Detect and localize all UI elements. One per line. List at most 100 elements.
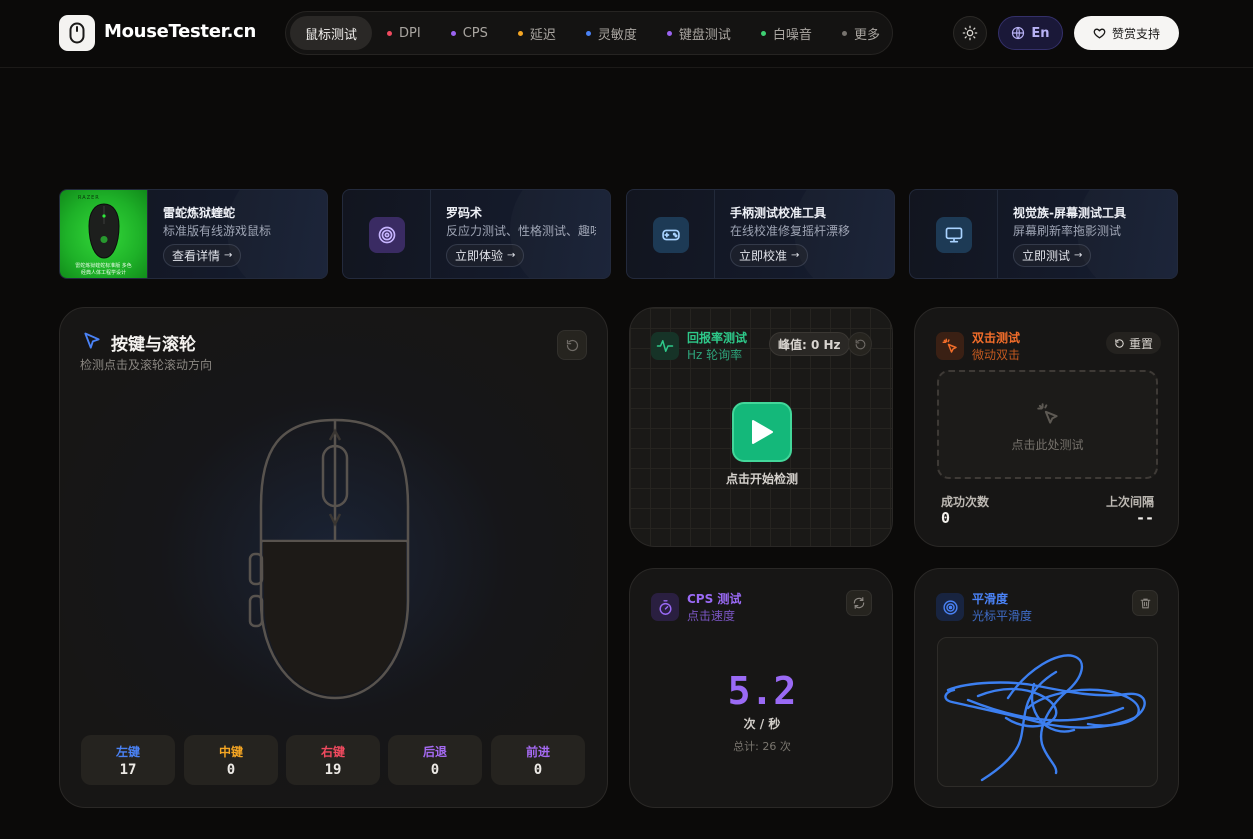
logo-mouse-icon[interactable] xyxy=(59,15,95,51)
card-subtitle: 光标平滑度 xyxy=(972,609,1033,623)
last-interval-value: -- xyxy=(1135,509,1154,527)
nav-item-sensitivity[interactable]: 灵敏度 xyxy=(571,16,652,50)
stat-label: 右键 xyxy=(320,745,345,759)
nav-item-keyboard-test[interactable]: 键盘测试 xyxy=(652,16,746,50)
nav-label: 键盘测试 xyxy=(678,27,731,43)
language-button[interactable]: En xyxy=(998,16,1063,50)
main-nav: 鼠标测试 DPI CPS 延迟 灵敏度 键盘测试 白噪音 更多 xyxy=(285,11,893,55)
promo-desc: 在线校准修复摇杆漂移 xyxy=(730,224,851,237)
nav-item-white-noise[interactable]: 白噪音 xyxy=(746,16,827,50)
promo-desc: 标准版有线游戏鼠标 xyxy=(163,224,272,237)
nav-item-mouse-test[interactable]: 鼠标测试 xyxy=(290,16,373,50)
last-interval-label: 上次间隔 xyxy=(1105,495,1154,509)
stat-forward-button: 前进 0 xyxy=(491,735,585,785)
logo-text[interactable]: MouseTester.cn xyxy=(104,21,256,42)
reset-button[interactable] xyxy=(846,590,872,616)
play-icon xyxy=(752,420,773,444)
cps-total: 总计: 26 次 xyxy=(733,740,791,753)
promo-button[interactable]: 查看详情 → xyxy=(163,244,242,267)
nav-label: CPS xyxy=(462,25,488,41)
promo-desc: 反应力测试、性格测试、趣味测试 xyxy=(446,224,596,237)
promo-title: 雷蛇炼狱蝰蛇 xyxy=(163,206,236,220)
stopwatch-icon xyxy=(651,593,679,621)
double-click-test-area[interactable]: 点击此处测试 xyxy=(937,370,1158,479)
nav-item-cps[interactable]: CPS xyxy=(436,16,503,50)
promo-button[interactable]: 立即体验 → xyxy=(446,244,525,267)
target-icon xyxy=(936,593,964,621)
refresh-icon xyxy=(853,597,865,609)
dot-icon xyxy=(666,30,672,36)
reset-label: 重置 xyxy=(1129,336,1154,351)
promo-button[interactable]: 立即校准 → xyxy=(730,244,809,267)
promo-button-label: 立即校准 xyxy=(739,249,788,263)
promo-button-label: 查看详情 xyxy=(172,249,221,263)
dot-icon xyxy=(517,30,523,36)
arrow-right-icon: → xyxy=(224,250,233,261)
promo-button[interactable]: 立即测试 → xyxy=(1013,244,1092,267)
clear-button[interactable] xyxy=(1132,590,1158,616)
nav-label: 延迟 xyxy=(529,27,556,43)
promo-card-razer[interactable]: RAZER 雷蛇炼狱蝰蛇标准版 多色 经典人体工程学设计 雷蛇炼狱蝰蛇 标准版有… xyxy=(59,189,328,279)
start-polling-button[interactable] xyxy=(732,402,792,462)
polling-rate-card[interactable]: 回报率测试 Hz 轮询率 峰值: 0 Hz 点击开始检测 xyxy=(629,307,893,547)
theme-toggle-button[interactable] xyxy=(953,16,987,50)
stat-label: 前进 xyxy=(525,745,550,759)
card-title: 按键与滚轮 xyxy=(111,335,196,355)
promo-thumb xyxy=(910,190,998,278)
stat-value: 19 xyxy=(324,762,342,778)
pulse-icon xyxy=(651,332,679,360)
cursor-arrow-icon xyxy=(84,332,100,349)
product-caption: 雷蛇炼狱蝰蛇标准版 多色 经典人体工程学设计 xyxy=(75,263,132,277)
caption-line: 经典人体工程学设计 xyxy=(80,270,126,276)
stat-right-button: 右键 19 xyxy=(286,735,380,785)
stat-value: 0 xyxy=(226,762,236,778)
trash-icon xyxy=(1140,598,1150,608)
nav-item-latency[interactable]: 延迟 xyxy=(503,16,571,50)
promo-thumb xyxy=(343,190,431,278)
heart-icon xyxy=(1093,28,1106,38)
stat-left-button: 左键 17 xyxy=(81,735,175,785)
card-subtitle: 点击速度 xyxy=(687,609,736,623)
card-subtitle: Hz 轮询率 xyxy=(687,348,743,362)
card-subtitle: 检测点击及滚轮滚动方向 xyxy=(80,358,213,372)
reset-button[interactable]: 重置 xyxy=(1106,332,1162,354)
card-subtitle: 微动双击 xyxy=(972,348,1021,362)
monitor-icon xyxy=(935,217,972,253)
dot-icon xyxy=(387,30,393,36)
card-title: CPS 测试 xyxy=(687,592,742,606)
click-sparkle-icon xyxy=(936,332,964,360)
target-icon xyxy=(368,217,405,253)
dot-icon xyxy=(450,30,456,36)
promo-title: 手柄测试校准工具 xyxy=(730,206,827,220)
double-click-card: 双击测试 微动双击 重置 点击此处测试 成功次数 0 上次间隔 -- xyxy=(914,307,1179,547)
nav-label: 鼠标测试 xyxy=(305,27,358,43)
gamepad-icon xyxy=(652,217,689,253)
product-image: RAZER 雷蛇炼狱蝰蛇标准版 多色 经典人体工程学设计 xyxy=(60,190,148,278)
promo-thumb xyxy=(627,190,715,278)
nav-label: 更多 xyxy=(853,27,880,43)
nav-item-more[interactable]: 更多 xyxy=(827,16,895,50)
promo-card-gamepad[interactable]: 手柄测试校准工具 在线校准修复摇杆漂移 立即校准 → xyxy=(626,189,895,279)
cursor-click-icon xyxy=(1037,403,1058,424)
nav-label: DPI xyxy=(399,25,421,41)
promo-card-luomashu[interactable]: 罗码术 反应力测试、性格测试、趣味测试 立即体验→ xyxy=(342,189,611,279)
reset-button[interactable] xyxy=(557,330,587,360)
smoothness-canvas[interactable] xyxy=(937,637,1158,787)
top-header: MouseTester.cn 鼠标测试 DPI CPS 延迟 灵敏度 键盘测试 … xyxy=(0,0,1253,68)
cps-value: 5.2 xyxy=(727,669,797,713)
donate-button[interactable]: 赞赏支持 xyxy=(1074,16,1179,50)
card-title: 双击测试 xyxy=(972,331,1021,345)
cps-unit: 次 / 秒 xyxy=(743,717,781,731)
nav-label: 白噪音 xyxy=(772,27,812,43)
card-title: 平滑度 xyxy=(972,592,1009,606)
arrow-right-icon: → xyxy=(791,250,800,261)
test-area-label: 点击此处测试 xyxy=(1011,438,1084,452)
reset-button[interactable] xyxy=(848,332,872,356)
peak-badge: 峰值: 0 Hz xyxy=(769,332,850,356)
stat-middle-button: 中键 0 xyxy=(184,735,278,785)
promo-desc: 屏幕刷新率拖影测试 xyxy=(1013,224,1122,237)
success-count-value: 0 xyxy=(941,509,951,527)
cps-test-card[interactable]: CPS 测试 点击速度 5.2 次 / 秒 总计: 26 次 xyxy=(629,568,893,808)
nav-item-dpi[interactable]: DPI xyxy=(372,16,436,50)
promo-card-screen-test[interactable]: 视觉族-屏幕测试工具 屏幕刷新率拖影测试 立即测试 → xyxy=(909,189,1178,279)
